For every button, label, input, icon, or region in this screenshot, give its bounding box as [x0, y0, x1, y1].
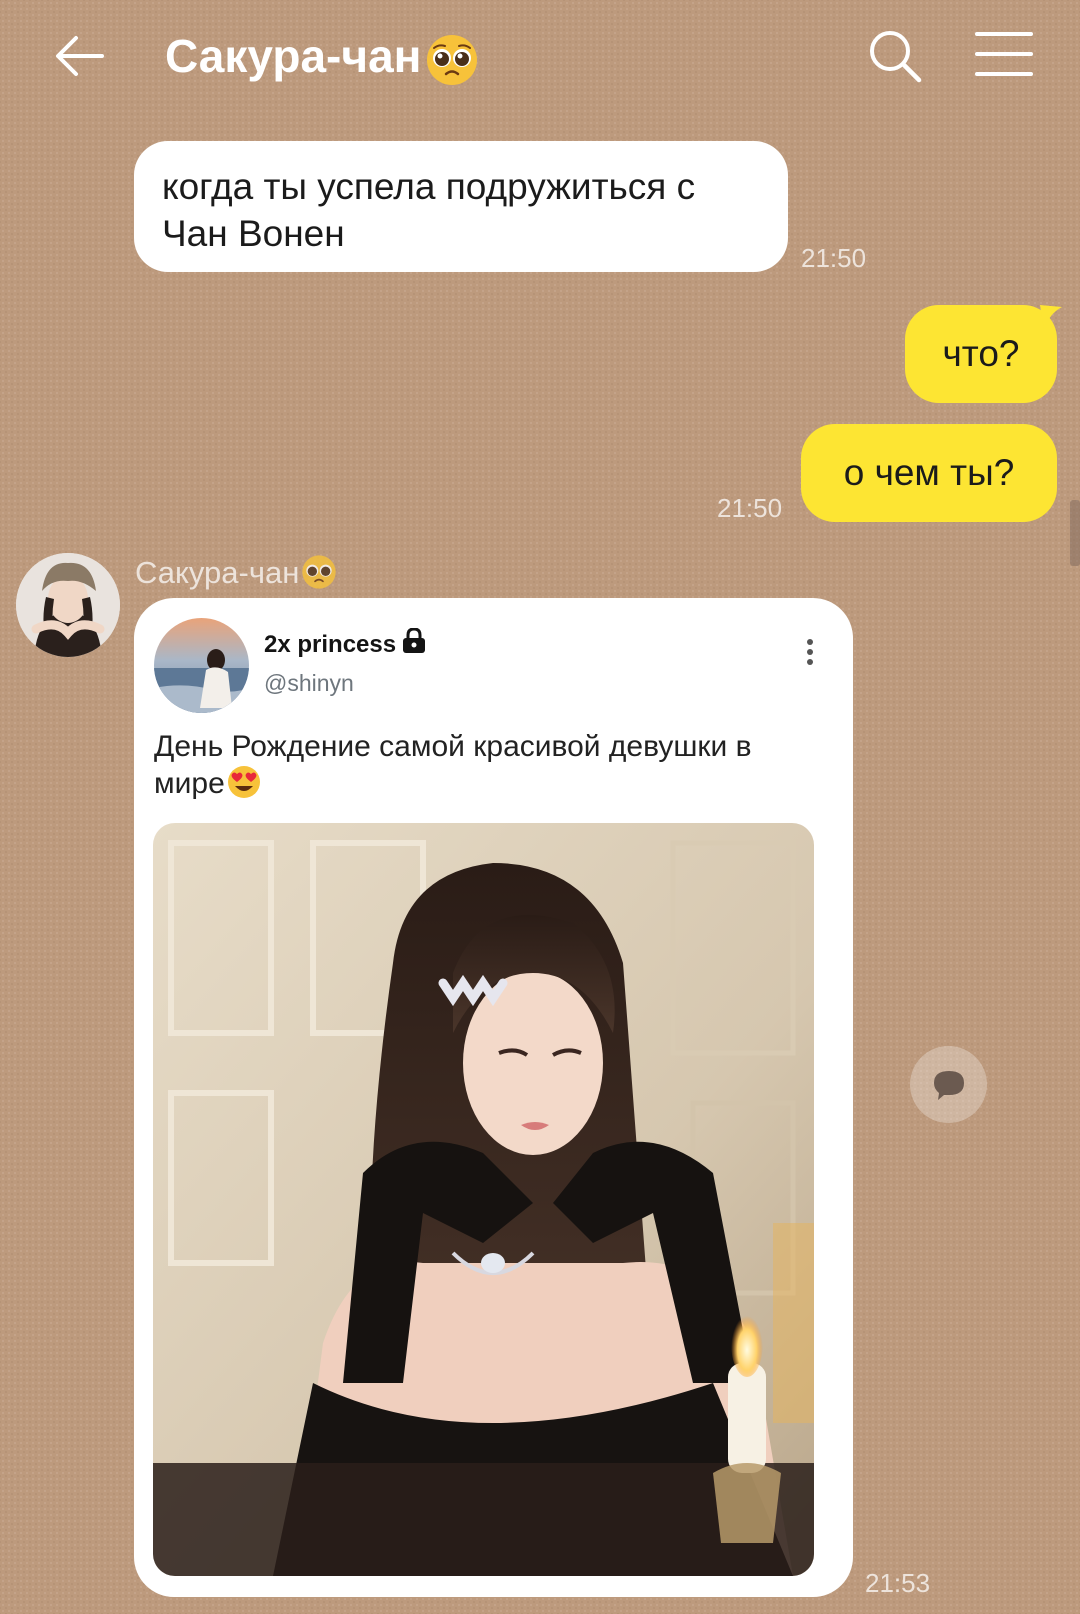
- post-avatar-photo: [154, 618, 249, 713]
- hamburger-menu-icon[interactable]: [975, 28, 1033, 80]
- message-timestamp: 21:50: [801, 243, 867, 273]
- scrollbar-thumb[interactable]: [1070, 500, 1080, 566]
- sender-name[interactable]: Сакура-чан: [135, 553, 337, 593]
- pleading-face-emoji-icon: [302, 555, 337, 589]
- post-photo: [153, 823, 814, 1576]
- heart-eyes-emoji-icon: [227, 766, 260, 798]
- chat-title-text: Сакура-чан: [165, 30, 422, 82]
- post-author-handle: @shinyn: [264, 670, 354, 696]
- back-arrow-icon[interactable]: [50, 28, 110, 84]
- avatar-photo: [16, 553, 120, 657]
- message-timestamp: 21:53: [865, 1568, 931, 1598]
- post-author-name[interactable]: 2x princess: [264, 628, 426, 660]
- post-author-name-text: 2x princess: [264, 631, 397, 658]
- speech-bubble-icon: [933, 1070, 964, 1100]
- more-options-icon[interactable]: [798, 636, 822, 668]
- message-timestamp: 21:50: [717, 493, 783, 523]
- post-image[interactable]: [153, 823, 814, 1576]
- sender-name-text: Сакура-чан: [135, 555, 300, 590]
- incoming-message-bubble[interactable]: когда ты успела подружиться с Чан Вонен: [134, 141, 788, 272]
- chat-header: Сакура-чан: [0, 0, 1080, 110]
- outgoing-message-bubble[interactable]: что?: [905, 305, 1057, 403]
- outgoing-message-bubble[interactable]: о чем ты?: [801, 424, 1057, 522]
- post-text: День Рождение самой красивой девушки в м…: [154, 728, 814, 802]
- pleading-face-emoji-icon: [427, 34, 478, 85]
- comment-button[interactable]: [910, 1046, 987, 1123]
- message-text: когда ты успела подружиться с Чан Вонен: [162, 166, 696, 254]
- lock-icon: [403, 628, 426, 653]
- chat-title[interactable]: Сакура-чан: [165, 28, 479, 87]
- bubble-tail: [1040, 305, 1062, 329]
- search-icon[interactable]: [865, 26, 925, 86]
- message-text: о чем ты?: [843, 452, 1015, 493]
- shared-post-card[interactable]: 2x princess @shinyn День Рождение самой …: [134, 598, 853, 1597]
- message-text: что?: [942, 333, 1020, 374]
- post-author-avatar[interactable]: [154, 618, 249, 713]
- sender-avatar[interactable]: [16, 553, 120, 657]
